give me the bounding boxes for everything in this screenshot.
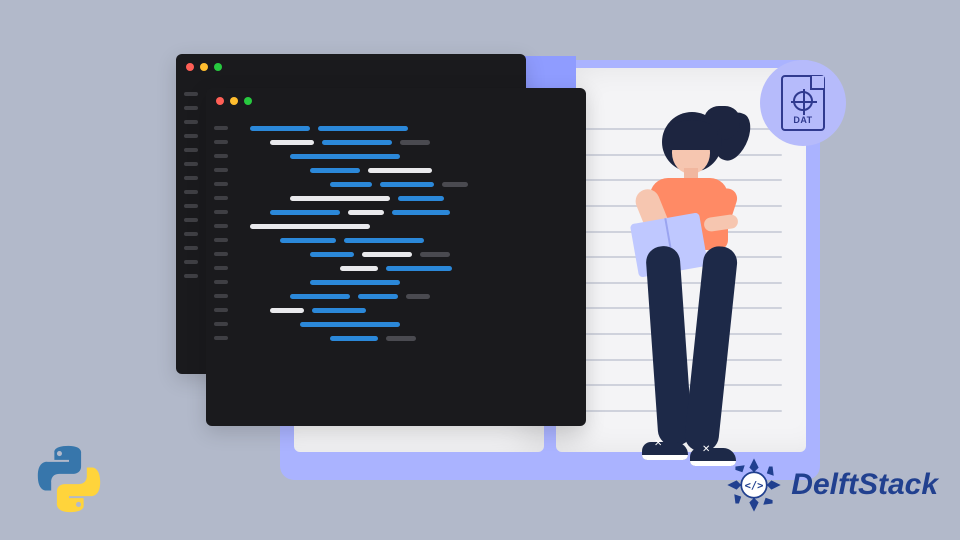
code-area [236,116,586,426]
minimize-dot-icon [230,97,238,105]
maximize-dot-icon [244,97,252,105]
window-controls [216,97,252,105]
close-dot-icon [216,97,224,105]
window-controls [186,63,222,71]
minimize-dot-icon [200,63,208,71]
line-gutter [176,82,206,374]
gear-icon [793,91,813,111]
maximize-dot-icon [214,63,222,71]
python-logo-icon [34,444,104,514]
line-gutter [206,116,236,426]
svg-text:</>: </> [745,480,764,492]
code-editor-window-front [206,88,586,426]
hair-fringe [666,120,718,150]
brand-name: DelftStack [791,468,938,502]
person-reading-illustration [606,108,776,478]
leg-right [683,245,738,453]
close-dot-icon [186,63,194,71]
dat-file-badge: DAT [760,60,846,146]
shoe-left [642,442,688,460]
delftstack-brand: </> DelftStack [725,456,938,514]
legs [648,246,738,466]
file-extension-label: DAT [793,115,812,125]
dat-file-icon: DAT [781,75,825,131]
editor-body [206,116,586,426]
delftstack-mark-icon: </> [725,456,783,514]
